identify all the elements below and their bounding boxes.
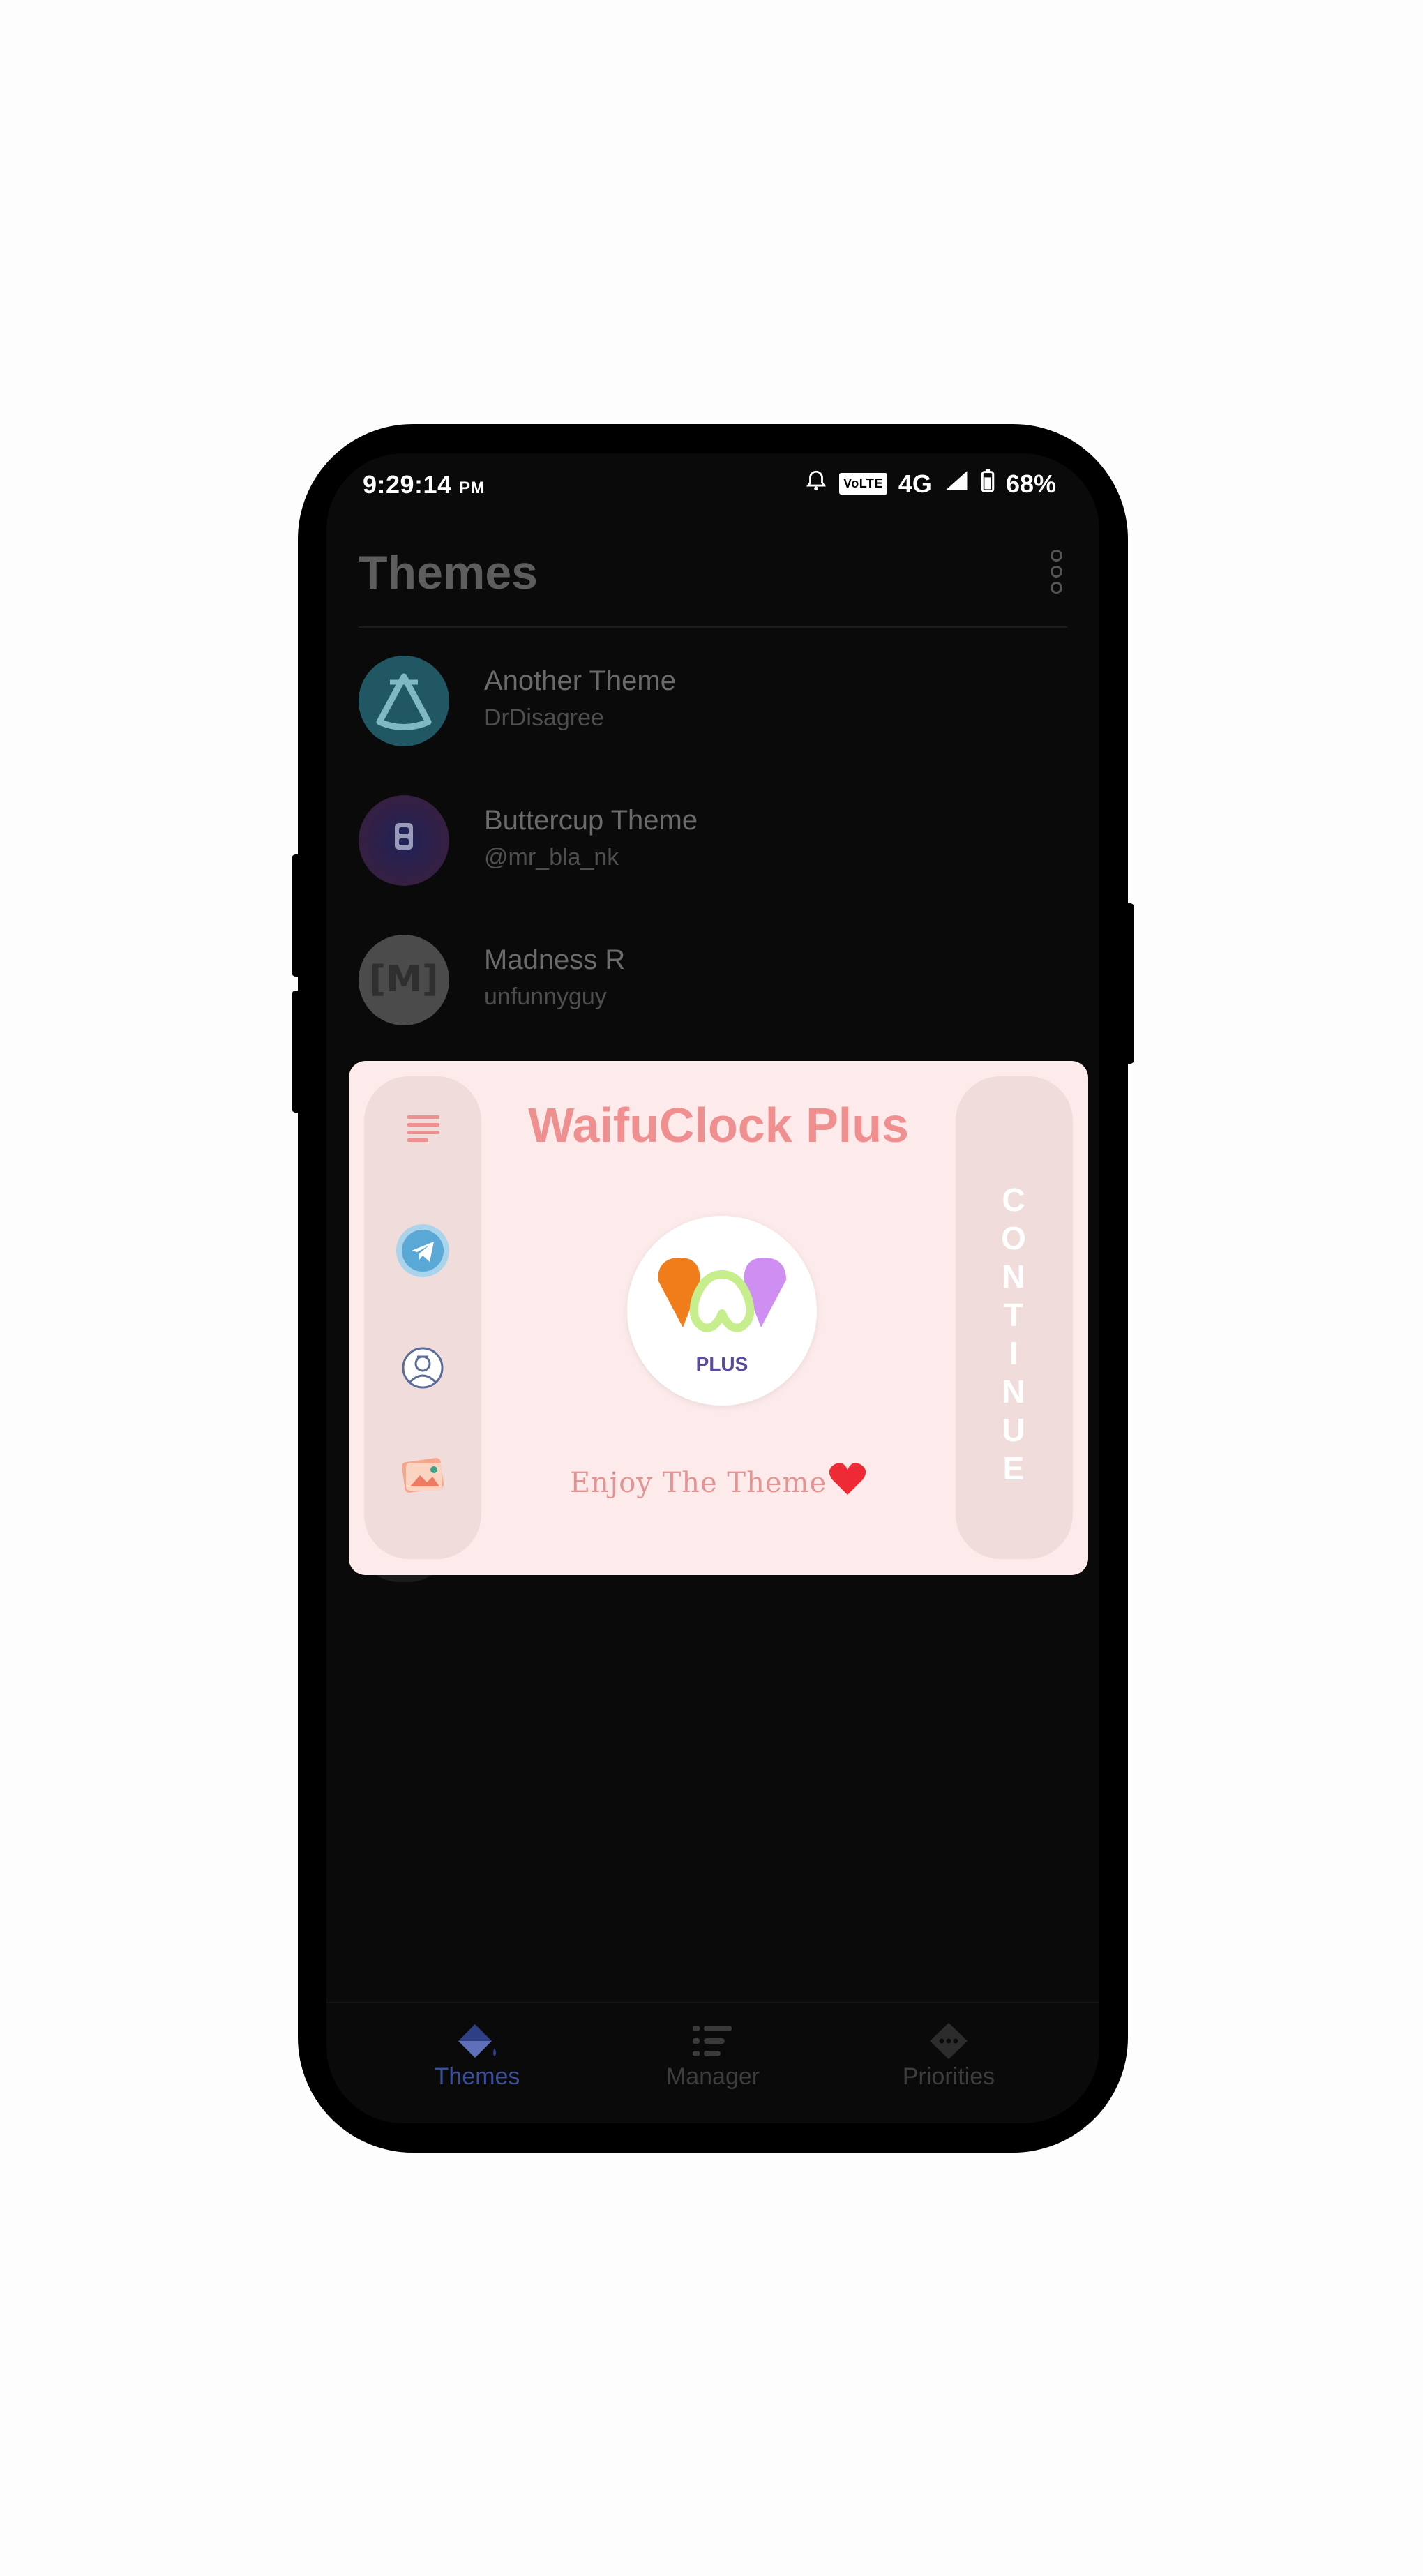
volume-up-button <box>292 854 303 977</box>
nav-themes-label: Themes <box>434 2063 520 2090</box>
theme-name: Madness R <box>484 944 626 975</box>
alarm-icon <box>804 469 828 499</box>
theme-list-item[interactable]: [M] Madness R unfunnyguy <box>359 921 1067 1032</box>
battery-icon <box>981 469 995 499</box>
theme-author: unfunnyguy <box>484 984 607 1010</box>
waifuclock-plus-logo: PLUS <box>627 1216 817 1406</box>
logo-plus-text: PLUS <box>696 1353 748 1375</box>
buttercup-theme-avatar <box>359 795 449 886</box>
theme-name: Buttercup Theme <box>484 805 698 836</box>
power-button <box>1123 903 1134 1064</box>
bottom-navigation: Themes Manager Priorities <box>326 2002 1099 2123</box>
header-divider <box>359 626 1067 628</box>
continue-label: C O N T I N U E <box>956 1181 1073 1488</box>
continue-button[interactable]: C O N T I N U E <box>956 1076 1073 1559</box>
priority-diamond-icon <box>844 2019 1053 2063</box>
page-title: Themes <box>359 546 538 599</box>
another-theme-avatar <box>359 656 449 746</box>
waifuclock-dialog: WaifuClock Plus PLUS Enjoy The Theme C O… <box>349 1061 1088 1575</box>
nav-priorities-label: Priorities <box>902 2063 995 2090</box>
nav-priorities[interactable]: Priorities <box>844 2019 1053 2091</box>
volte-badge: VoLTE <box>839 473 887 495</box>
continue-letter: C <box>1002 1182 1027 1218</box>
madness-avatar-text: [M] <box>369 958 439 1000</box>
continue-letter: N <box>1002 1373 1027 1410</box>
continue-letter: O <box>1001 1220 1027 1256</box>
theme-author: @mr_bla_nk <box>484 844 619 871</box>
volume-down-button <box>292 991 303 1113</box>
madness-theme-avatar: [M] <box>359 935 449 1025</box>
nav-themes[interactable]: Themes <box>372 2019 582 2091</box>
time-suffix: PM <box>459 479 485 497</box>
status-icons: VoLTE 4G 68% <box>804 469 1056 499</box>
list-icon <box>608 2019 818 2063</box>
more-options-icon[interactable] <box>1049 550 1063 594</box>
signal-icon <box>943 469 970 499</box>
developer-avatar-icon[interactable] <box>395 1340 451 1396</box>
continue-letter: E <box>1002 1450 1026 1486</box>
status-bar: 9:29:14 PM VoLTE 4G 68% <box>326 453 1099 523</box>
time-text: 9:29:14 <box>363 470 452 499</box>
continue-letter: U <box>1002 1412 1027 1448</box>
paint-bucket-icon <box>372 2019 582 2063</box>
theme-list-item[interactable]: Buttercup Theme @mr_bla_nk <box>359 781 1067 893</box>
continue-letter: T <box>1003 1297 1025 1333</box>
nav-manager[interactable]: Manager <box>608 2019 818 2091</box>
battery-percent: 68% <box>1005 469 1056 498</box>
tagline-text: Enjoy The Theme <box>569 1467 827 1499</box>
theme-list-item[interactable]: Another Theme DrDisagree <box>359 642 1067 753</box>
continue-letter: N <box>1002 1258 1027 1295</box>
theme-author: DrDisagree <box>484 705 604 731</box>
continue-letter: I <box>1009 1335 1020 1371</box>
heart-icon <box>828 1461 867 1503</box>
nav-manager-label: Manager <box>665 2063 760 2090</box>
network-type: 4G <box>898 469 932 498</box>
status-time: 9:29:14 PM <box>363 470 485 499</box>
theme-name: Another Theme <box>484 665 676 696</box>
telegram-icon[interactable] <box>395 1223 451 1279</box>
